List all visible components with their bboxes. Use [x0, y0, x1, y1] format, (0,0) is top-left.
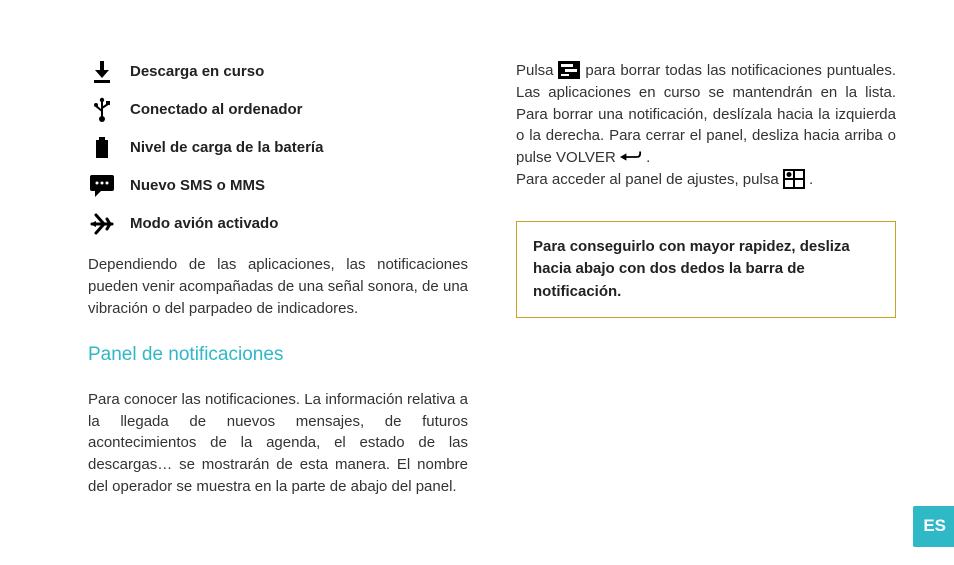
text-fragment: Para acceder al panel de ajustes, pulsa [516, 171, 783, 188]
list-item: Nuevo SMS o MMS [88, 174, 468, 198]
icon-label: Descarga en curso [130, 61, 264, 83]
download-icon [88, 60, 116, 84]
settings-panel-icon [783, 170, 805, 188]
list-item: Modo avión activado [88, 212, 468, 236]
language-tab: ES [913, 506, 954, 547]
right-column: Pulsa para borrar todas las notificacion… [516, 60, 896, 520]
text-fragment: . [642, 149, 650, 166]
back-icon [620, 148, 642, 166]
icon-label: Nuevo SMS o MMS [130, 175, 265, 197]
notifications-note: Dependiendo de las aplicaciones, las not… [88, 254, 468, 319]
sms-icon [88, 174, 116, 198]
list-item: Conectado al ordenador [88, 98, 468, 122]
tip-box: Para conseguirlo con mayor rapidez, desl… [516, 221, 896, 319]
section-title: Panel de notificaciones [88, 341, 468, 369]
panel-description: Para conocer las notificaciones. La info… [88, 389, 468, 498]
airplane-icon [88, 212, 116, 236]
page: Descarga en curso Conectado al ordenador… [0, 0, 954, 540]
usb-icon [88, 98, 116, 122]
icon-label: Conectado al ordenador [130, 99, 303, 121]
language-code: ES [923, 516, 946, 535]
list-item: Descarga en curso [88, 60, 468, 84]
battery-icon [88, 136, 116, 160]
icon-label: Modo avión activado [130, 213, 278, 235]
instructions-paragraph: Pulsa para borrar todas las notificacion… [516, 60, 896, 191]
icon-label: Nivel de carga de la batería [130, 137, 323, 159]
left-column: Descarga en curso Conectado al ordenador… [88, 60, 468, 520]
tip-text: Para conseguirlo con mayor rapidez, desl… [533, 238, 850, 300]
status-icon-list: Descarga en curso Conectado al ordenador… [88, 60, 468, 236]
text-fragment: . [805, 171, 813, 188]
list-item: Nivel de carga de la batería [88, 136, 468, 160]
clear-notifications-icon [558, 61, 580, 79]
text-fragment: Pulsa [516, 62, 558, 79]
